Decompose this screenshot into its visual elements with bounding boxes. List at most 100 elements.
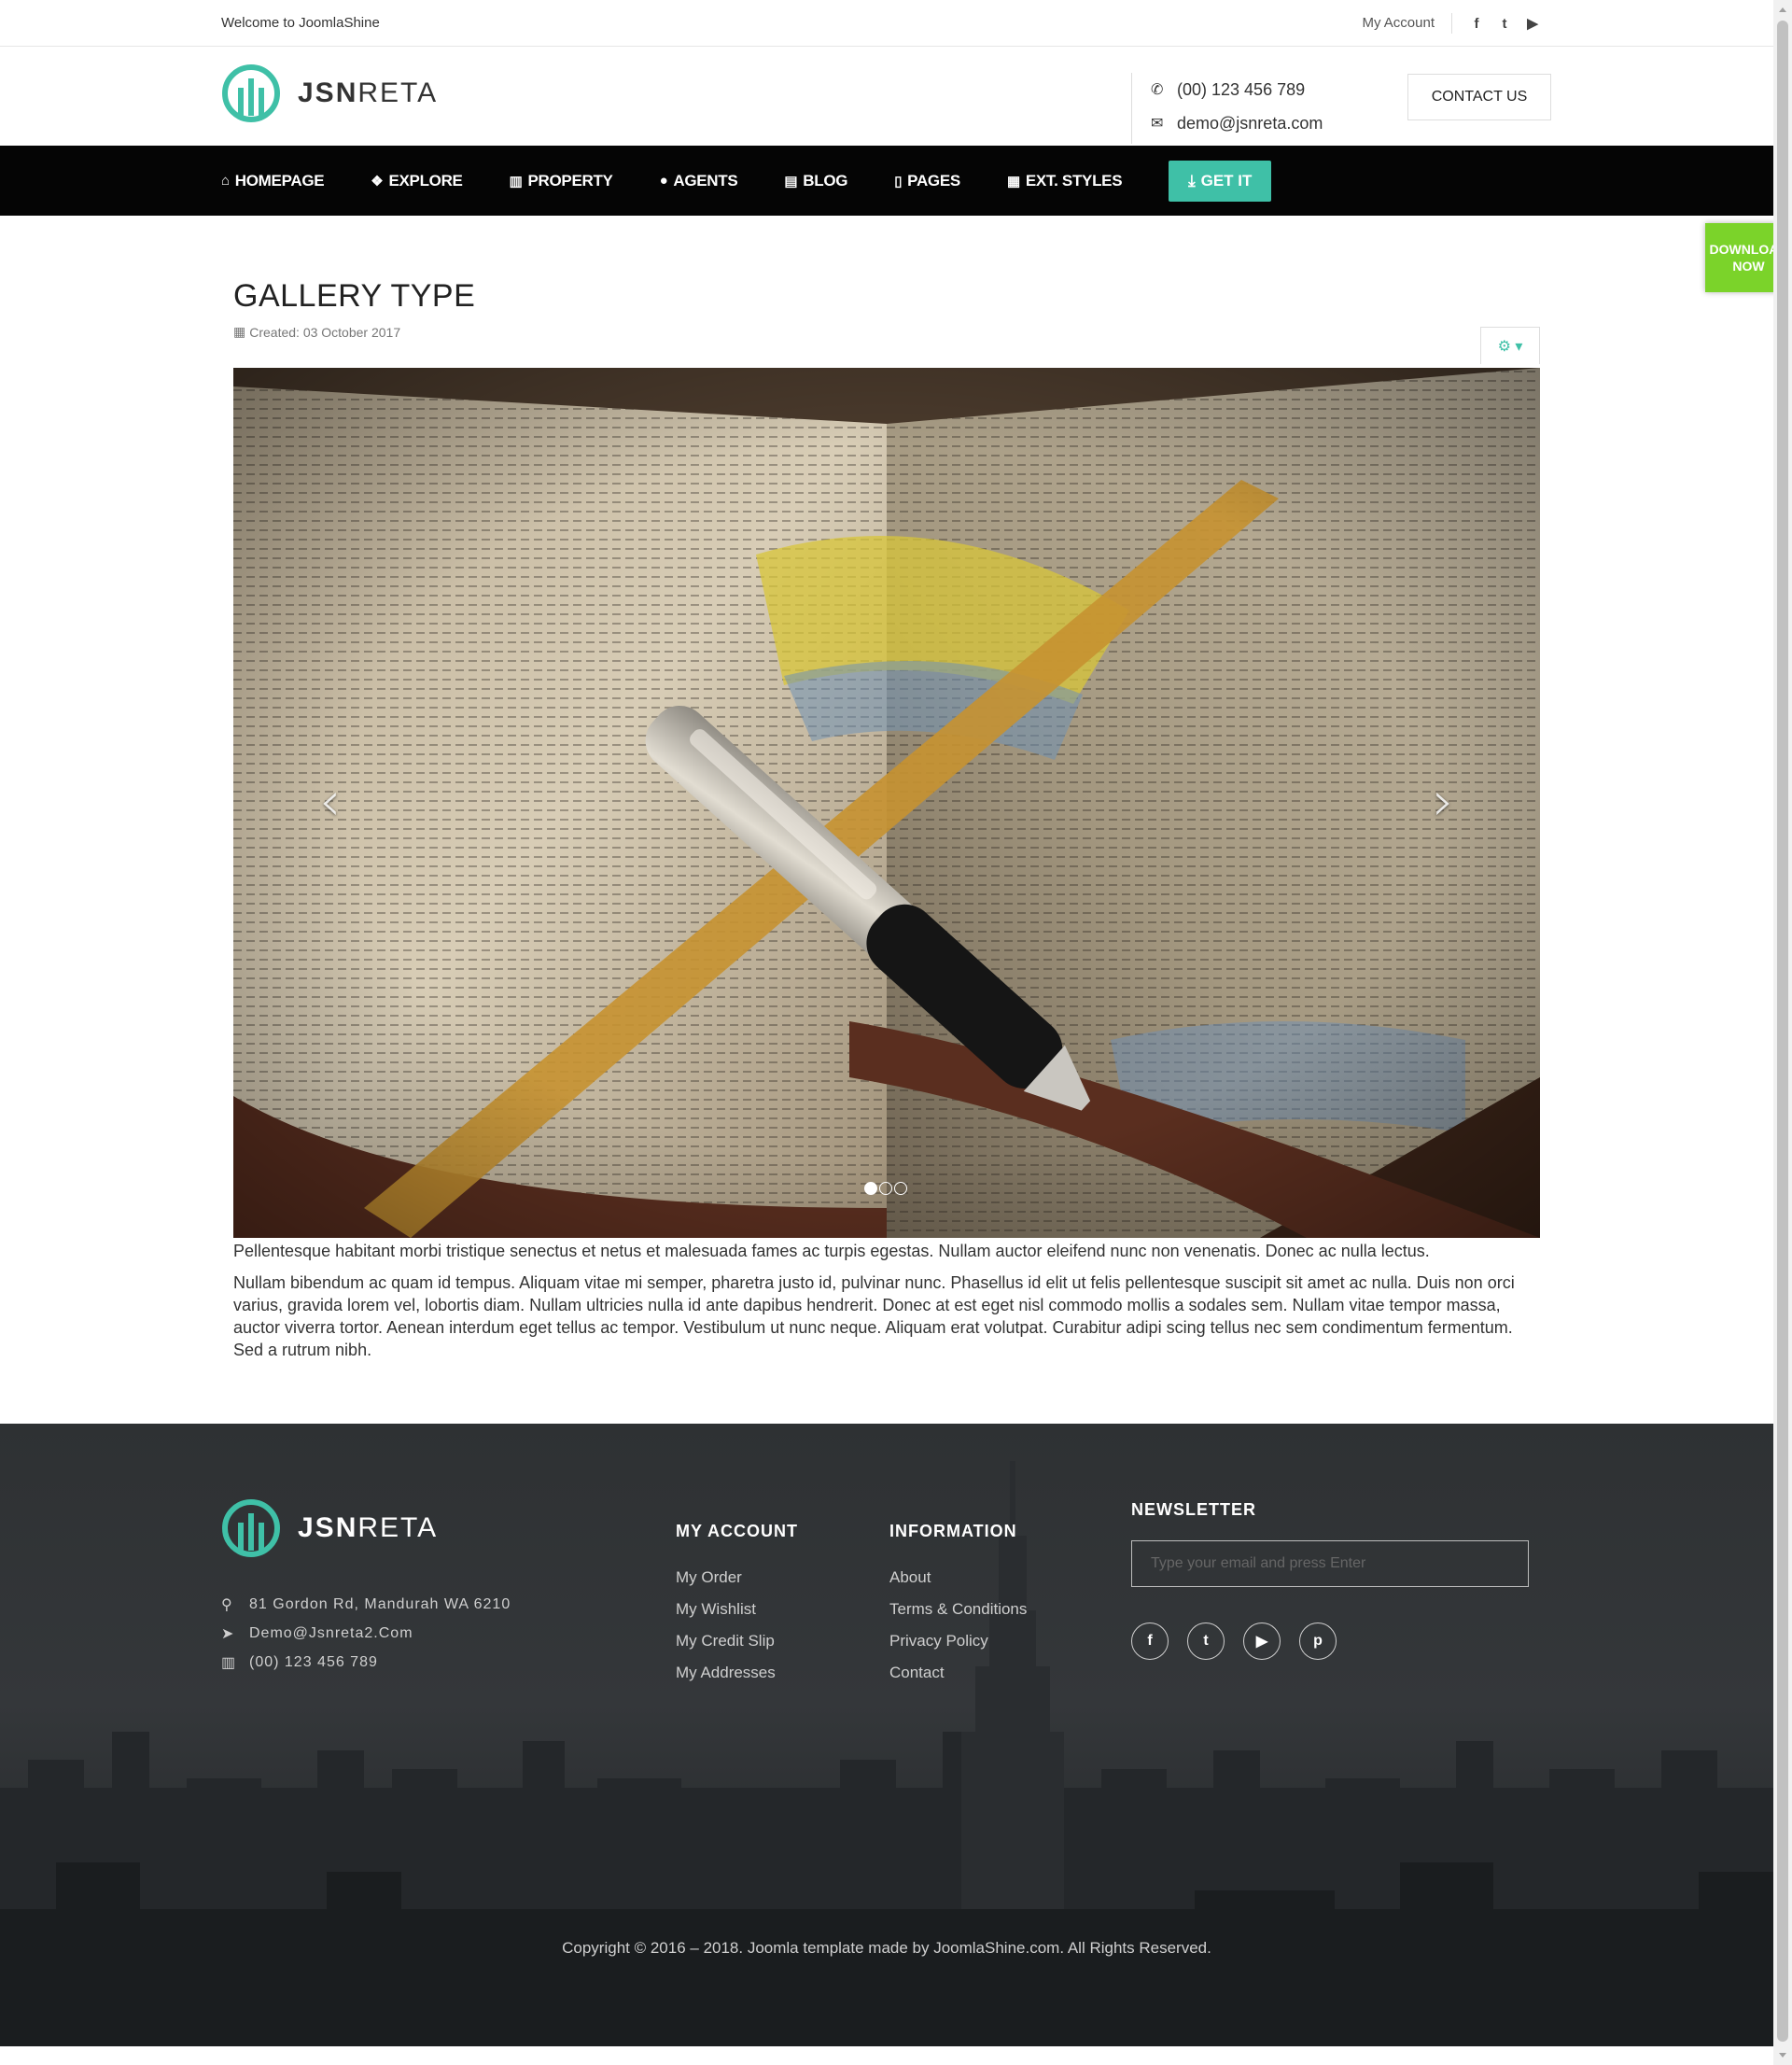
footer-logo-text: JSNRETA xyxy=(298,1512,438,1544)
carousel-slide-image xyxy=(233,368,1540,1238)
qrcode-icon: ▦ xyxy=(1006,173,1020,190)
file-icon: ▯ xyxy=(894,173,903,190)
twitter-icon[interactable]: t xyxy=(1187,1622,1225,1660)
footer-social-links: f t ▶ p xyxy=(1131,1622,1529,1660)
logo-text-light: RETA xyxy=(357,77,439,108)
article: GALLERY TYPE ▦ Created: 03 October 2017 … xyxy=(233,278,1540,1359)
building-icon: ▥ xyxy=(509,173,523,190)
article-paragraph: Nullam bibendum ac quam id tempus. Aliqu… xyxy=(233,1273,1515,1359)
calendar-icon: ▦ xyxy=(233,324,246,339)
header-email-text[interactable]: demo@jsnreta.com xyxy=(1177,114,1323,133)
footer-column-title: INFORMATION xyxy=(889,1522,1017,1540)
created-date: Created: 03 October 2017 xyxy=(249,324,401,340)
envelope-icon: ✉ xyxy=(1151,116,1164,132)
scroll-up-arrow-icon[interactable] xyxy=(1779,7,1786,12)
scrollbar-thumb[interactable] xyxy=(1777,21,1788,2042)
nav-item-property[interactable]: ▥ PROPERTY xyxy=(510,172,613,190)
get-it-label: GET IT xyxy=(1200,171,1253,190)
footer-logo[interactable]: JSNRETA xyxy=(221,1498,438,1558)
copyright-text: Copyright © 2016 – 2018. Joomla template… xyxy=(562,1939,1211,1957)
nav-item-label: EXT. STYLES xyxy=(1025,171,1123,190)
contact-us-button[interactable]: CONTACT US xyxy=(1407,74,1551,120)
footer-contact-info: ⚲ 81 Gordon Rd, Mandurah WA 6210 ➤ Demo@Js… xyxy=(221,1590,511,1677)
logo-text: JSNRETA xyxy=(298,77,438,109)
facebook-icon[interactable]: f xyxy=(1469,16,1484,32)
header-contacts: ✆ (00) 123 456 789 ✉ demo@jsnreta.com xyxy=(1131,73,1323,144)
gear-icon: ⚙ ▾ xyxy=(1497,338,1523,355)
facebook-icon[interactable]: f xyxy=(1131,1622,1169,1660)
top-bar: Welcome to JoomlaShine My Account f t ▶ xyxy=(0,0,1792,47)
footer-newsletter: NEWSLETTER Type your email and press Ent… xyxy=(1131,1500,1529,1660)
footer-link-my-addresses[interactable]: My Addresses xyxy=(676,1657,798,1689)
download-icon: ⤓ xyxy=(1188,171,1196,190)
footer-link-contact[interactable]: Contact xyxy=(889,1657,1027,1689)
footer-address: ⚲ 81 Gordon Rd, Mandurah WA 6210 xyxy=(221,1590,511,1619)
phone-icon: ✆ xyxy=(1151,82,1164,98)
nav-item-label: PROPERTY xyxy=(527,171,613,190)
article-tools-button[interactable]: ⚙ ▾ xyxy=(1480,327,1540,364)
footer: JSNRETA ⚲ 81 Gordon Rd, Mandurah WA 6210 … xyxy=(0,1424,1773,2046)
header-email: ✉ demo@jsnreta.com xyxy=(1151,106,1323,140)
top-bar-right: My Account f t ▶ xyxy=(1362,13,1540,34)
scroll-down-arrow-icon[interactable] xyxy=(1779,2053,1786,2058)
article-meta: ▦ Created: 03 October 2017 xyxy=(233,324,1540,340)
footer-link-my-wishlist[interactable]: My Wishlist xyxy=(676,1594,798,1625)
logo-mark-icon xyxy=(222,1499,280,1557)
newspaper-icon: ▤ xyxy=(784,173,798,190)
footer-link-my-credit-slip[interactable]: My Credit Slip xyxy=(676,1625,798,1657)
carousel-prev-button[interactable]: ‹ xyxy=(319,769,341,833)
footer-email-text[interactable]: Demo@Jsnreta2.Com xyxy=(249,1625,413,1642)
user-icon: ● xyxy=(659,173,668,189)
nav-item-explore[interactable]: ❖ EXPLORE xyxy=(371,171,463,190)
footer-phone-text: (00) 123 456 789 xyxy=(249,1653,378,1670)
logo-text-light: RETA xyxy=(357,1512,439,1543)
logo-text-bold: JSN xyxy=(298,77,358,108)
header-phone: ✆ (00) 123 456 789 xyxy=(1151,73,1323,106)
home-icon: ⌂ xyxy=(221,173,230,189)
footer-phone: ▥ (00) 123 456 789 xyxy=(221,1648,511,1677)
footer-my-account: MY ACCOUNT My Order My Wishlist My Credi… xyxy=(676,1522,798,1689)
carousel-dot[interactable] xyxy=(864,1182,877,1195)
header-phone-text: (00) 123 456 789 xyxy=(1177,79,1306,99)
nav-item-label: EXPLORE xyxy=(388,171,463,190)
carousel-dot[interactable] xyxy=(894,1182,907,1195)
nav-item-label: BLOG xyxy=(803,171,848,190)
map-marker-icon: ⚲ xyxy=(221,1596,233,1613)
cubes-icon: ❖ xyxy=(371,173,384,190)
building-icon: ▥ xyxy=(221,1654,237,1671)
top-social-links: f t ▶ xyxy=(1469,15,1540,33)
nav-item-agents[interactable]: ● AGENTS xyxy=(660,172,738,190)
nav-item-label: AGENTS xyxy=(673,171,738,190)
footer-link-privacy[interactable]: Privacy Policy xyxy=(889,1625,1027,1657)
carousel-indicators xyxy=(864,1182,907,1195)
youtube-icon[interactable]: ▶ xyxy=(1243,1622,1281,1660)
carousel-next-button[interactable]: › xyxy=(1433,769,1454,833)
page-scrollbar[interactable] xyxy=(1773,0,1792,2065)
site-logo[interactable]: JSNRETA xyxy=(221,63,438,123)
logo-text-bold: JSN xyxy=(298,1512,358,1543)
nav-item-ext-styles[interactable]: ▦ EXT. STYLES xyxy=(1006,171,1123,190)
newsletter-title: NEWSLETTER xyxy=(1131,1500,1256,1519)
paper-plane-icon: ➤ xyxy=(221,1625,235,1642)
nav-item-label: PAGES xyxy=(907,171,960,190)
nav-item-pages[interactable]: ▯ PAGES xyxy=(894,172,960,190)
logo-mark-icon xyxy=(222,64,280,122)
welcome-text: Welcome to JoomlaShine xyxy=(221,15,380,31)
header: JSNRETA ✆ (00) 123 456 789 ✉ demo@jsnret… xyxy=(0,47,1792,146)
nav-item-blog[interactable]: ▤ BLOG xyxy=(784,172,847,190)
footer-link-terms[interactable]: Terms & Conditions xyxy=(889,1594,1027,1625)
newsletter-email-input[interactable]: Type your email and press Enter xyxy=(1131,1540,1529,1587)
carousel-dot[interactable] xyxy=(879,1182,892,1195)
footer-email: ➤ Demo@Jsnreta2.Com xyxy=(221,1619,511,1648)
footer-link-my-order[interactable]: My Order xyxy=(676,1562,798,1594)
nav-item-homepage[interactable]: ⌂ HOMEPAGE xyxy=(221,172,325,190)
my-account-link[interactable]: My Account xyxy=(1362,13,1452,34)
twitter-icon[interactable]: t xyxy=(1497,16,1512,32)
pinterest-icon[interactable]: p xyxy=(1299,1622,1337,1660)
footer-information: INFORMATION About Terms & Conditions Pri… xyxy=(889,1522,1027,1689)
main-nav: ⌂ HOMEPAGE ❖ EXPLORE ▥ PROPERTY ● AGENTS ▤ BL… xyxy=(0,146,1792,216)
get-it-button[interactable]: ⤓ GET IT xyxy=(1169,160,1272,202)
footer-link-about[interactable]: About xyxy=(889,1562,1027,1594)
youtube-icon[interactable]: ▶ xyxy=(1525,15,1540,32)
article-body: Pellentesque habitant morbi tristique se… xyxy=(233,1240,1540,1370)
